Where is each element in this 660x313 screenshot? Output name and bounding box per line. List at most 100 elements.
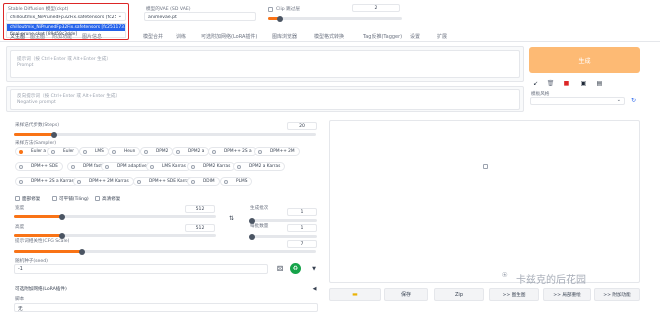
- open-folder-button[interactable]: ▬: [329, 288, 381, 301]
- script-label: 脚本: [15, 297, 25, 302]
- save-style-icon[interactable]: ▣: [580, 80, 587, 87]
- cfg-label: 提示词相关性(CFG Scale): [15, 239, 70, 244]
- zip-button[interactable]: Zip: [434, 288, 484, 301]
- negative-prompt-placeholder: 反向提示词（按 Ctrl+Enter 或 Alt+Enter 生成）: [17, 94, 121, 99]
- seed-value: -1: [18, 267, 23, 272]
- width-slider[interactable]: [14, 213, 216, 220]
- folder-icon: ▬: [352, 291, 358, 298]
- prompt-input[interactable]: 提示词（按 Ctrl+Enter 或 Alt+Enter 生成） Prompt: [10, 50, 520, 78]
- tab-txt2img[interactable]: 文生图: [10, 33, 25, 40]
- checkpoint-select[interactable]: chilloutmix_NiPrunedFp32Fix.safetensors …: [6, 12, 126, 21]
- image-placeholder-icon: [483, 164, 488, 169]
- sampler-lms[interactable]: LMS: [79, 147, 109, 156]
- vae-select[interactable]: animevae.pt: [144, 12, 256, 21]
- width-slider-thumb[interactable]: [59, 213, 65, 220]
- sampler-euler-a[interactable]: Euler a: [15, 147, 52, 156]
- cfg-slider-thumb[interactable]: [79, 248, 85, 255]
- seed-extra-toggle-icon[interactable]: ▼: [310, 265, 318, 273]
- tab-train[interactable]: 训练: [176, 33, 186, 40]
- batch-count-slider[interactable]: [249, 217, 317, 224]
- output-gallery: [329, 120, 640, 283]
- recycle-icon[interactable]: ♻: [290, 263, 301, 274]
- send-to-img2img-button[interactable]: >> 图生图: [489, 288, 539, 301]
- negative-prompt-panel: 反向提示词（按 Ctrl+Enter 或 Alt+Enter 生成） Negat…: [6, 86, 524, 112]
- clip-value-input[interactable]: 2: [352, 4, 400, 12]
- tab-gallery[interactable]: 图库浏览器: [272, 33, 297, 40]
- batch-count-label: 生成批次: [250, 206, 269, 211]
- batch-size-value-input[interactable]: 1: [287, 224, 317, 232]
- width-value-input[interactable]: 512: [185, 205, 215, 213]
- face-restore-checkbox[interactable]: [15, 196, 20, 201]
- sampler-dpmpp-2m[interactable]: DPM++ 2M: [254, 147, 300, 156]
- sampler-dpm2-a-karras[interactable]: DPM2 a Karras: [233, 162, 286, 171]
- hires-fix-checkbox[interactable]: [95, 196, 100, 201]
- swap-dimensions-icon[interactable]: ⇅: [227, 214, 236, 223]
- negative-prompt-placeholder-en: Negative prompt: [17, 100, 56, 105]
- steps-slider[interactable]: [14, 131, 316, 138]
- sampler-ddim[interactable]: DDIM: [187, 177, 220, 186]
- prompt-panel: 提示词（按 Ctrl+Enter 或 Alt+Enter 生成） Prompt: [6, 46, 524, 82]
- apply-style-icon[interactable]: ▤: [596, 80, 603, 87]
- height-value-input[interactable]: 512: [185, 224, 215, 232]
- tab-settings[interactable]: 设置: [410, 33, 420, 40]
- sampler-dpmpp-2m-karras[interactable]: DPM++ 2M Karras: [73, 177, 134, 186]
- clip-slider-thumb[interactable]: [277, 15, 283, 22]
- send-to-extras-button[interactable]: >> 附加功能: [594, 288, 640, 301]
- lora-collapse-icon[interactable]: ◀: [311, 285, 318, 292]
- trash-icon[interactable]: 🗑: [547, 80, 555, 87]
- seed-input[interactable]: -1: [14, 264, 268, 274]
- steps-value-input[interactable]: 20: [287, 122, 317, 130]
- sampler-dpm-adaptive[interactable]: DPM adaptive: [101, 162, 152, 171]
- prompt-placeholder: 提示词（按 Ctrl+Enter 或 Alt+Enter 生成）: [17, 57, 111, 62]
- sampler-dpmpp-2s-a[interactable]: DPM++ 2S a: [208, 147, 257, 156]
- extra-networks-icon[interactable]: ■: [563, 80, 570, 87]
- chevron-down-icon: ⌄: [117, 13, 122, 19]
- negative-prompt-input[interactable]: 反向提示词（按 Ctrl+Enter 或 Alt+Enter 生成） Negat…: [10, 89, 520, 110]
- tiling-label: 可平铺(Tiling): [59, 197, 89, 202]
- batch-count-value-input[interactable]: 1: [287, 208, 317, 216]
- tab-merge[interactable]: 模型合并: [143, 33, 163, 40]
- sampler-heun[interactable]: Heun: [108, 147, 141, 156]
- style-select[interactable]: ⌄: [530, 97, 625, 105]
- height-slider[interactable]: [14, 232, 216, 239]
- clip-check[interactable]: [268, 7, 273, 12]
- tab-extras[interactable]: 附加功能: [52, 33, 72, 40]
- script-select[interactable]: 无: [14, 303, 318, 312]
- tiling-checkbox[interactable]: [52, 196, 57, 201]
- cfg-slider[interactable]: [14, 248, 316, 255]
- tab-png-info[interactable]: 图片信息: [82, 33, 102, 40]
- sampler-plms[interactable]: PLMS: [220, 177, 253, 186]
- sampler-dpm2-karras[interactable]: DPM2 Karras: [187, 162, 236, 171]
- batch-size-slider[interactable]: [249, 233, 317, 240]
- sampler-dpm2[interactable]: DPM2: [140, 147, 174, 156]
- save-button[interactable]: 保存: [384, 288, 428, 301]
- tab-convert[interactable]: 模型格式转换: [314, 33, 344, 40]
- wechat-logo-icon: ⍟: [502, 271, 508, 281]
- tab-tagger[interactable]: Tag反推(Tagger): [363, 33, 402, 40]
- dice-icon[interactable]: ⚄: [275, 264, 285, 274]
- sampler-dpmpp-sde[interactable]: DPM++ SDE: [15, 162, 63, 171]
- batch-size-slider-thumb[interactable]: [249, 233, 255, 240]
- dropdown-option[interactable]: chilloutmix_NiPrunedFp32Fix.safetensors …: [7, 24, 125, 31]
- watermark-text: 卡兹克的后花园: [516, 275, 586, 286]
- lora-label: 可选附加网络(LoRA插件): [15, 287, 67, 292]
- tabs-divider: [0, 41, 660, 42]
- cfg-value-input[interactable]: 7: [287, 240, 317, 248]
- sampler-dpmpp-2s-a-karras[interactable]: DPM++ 2S a Karras: [15, 177, 79, 186]
- tab-lora[interactable]: 可选附加网络(LoRA插件): [201, 33, 257, 40]
- tab-img2img[interactable]: 图生图: [30, 33, 45, 40]
- sampler-lms-karras[interactable]: LMS Karras: [146, 162, 191, 171]
- sampler-dpm2-a[interactable]: DPM2 a: [172, 147, 210, 156]
- send-to-inpaint-button[interactable]: >> 局部重绘: [543, 288, 591, 301]
- tab-extensions[interactable]: 扩展: [437, 33, 447, 40]
- vae-value: animevae.pt: [148, 14, 177, 20]
- checkpoint-value: chilloutmix_NiPrunedFp32Fix.safetensors …: [10, 14, 116, 20]
- steps-slider-thumb[interactable]: [51, 131, 57, 138]
- read-params-icon[interactable]: ↙: [532, 80, 539, 87]
- chevron-down-icon: ⌄: [616, 97, 621, 103]
- refresh-icon[interactable]: ↻: [630, 97, 637, 104]
- sampler-euler[interactable]: Euler: [47, 147, 80, 156]
- clip-slider[interactable]: [268, 15, 402, 22]
- clip-label: Clip 跳过层: [276, 7, 300, 12]
- generate-button[interactable]: 生成: [529, 47, 640, 73]
